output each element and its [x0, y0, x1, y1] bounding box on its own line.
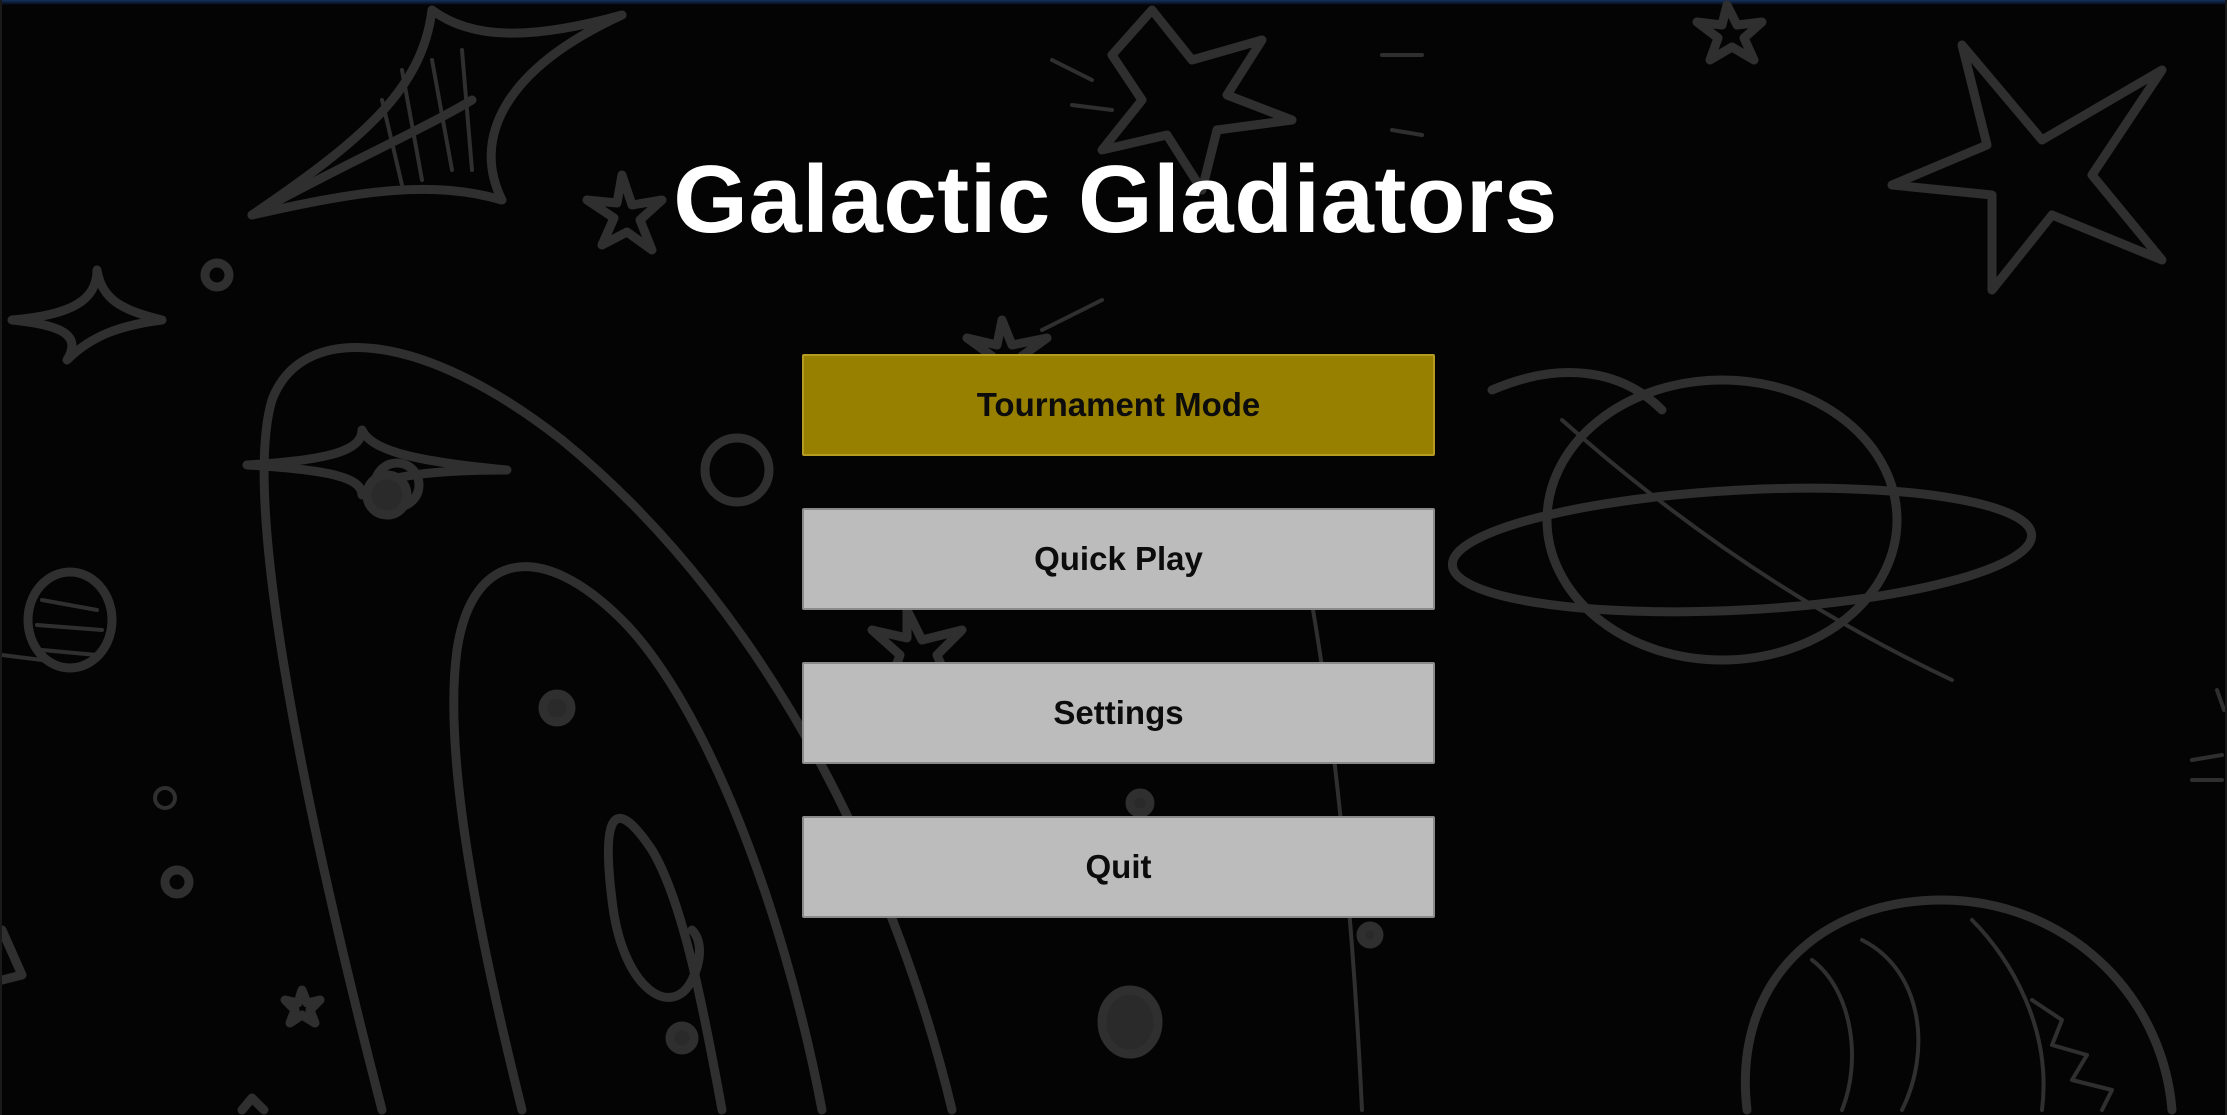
- game-title: Galactic Gladiators: [673, 146, 1558, 253]
- moon-doodle: [700, 433, 774, 507]
- main-menu-screen: Galactic Gladiators Tournament Mode Quic…: [0, 0, 2227, 1115]
- planet-doodle-bottom-right: [1741, 895, 2177, 1115]
- sparkle-doodle-small: [7, 265, 167, 365]
- quit-button[interactable]: Quit: [802, 816, 1435, 918]
- tournament-mode-button[interactable]: Tournament Mode: [802, 354, 1435, 456]
- main-menu: Tournament Mode Quick Play Settings Quit: [802, 354, 1435, 970]
- star-doodle-top-right: [1692, 0, 1767, 65]
- galaxy-arm-middle: [449, 562, 827, 1115]
- galaxy-arm-inner: [603, 813, 727, 1115]
- quick-play-button[interactable]: Quick Play: [802, 508, 1435, 610]
- planet-ring-doodle: [1447, 483, 2037, 617]
- settings-button[interactable]: Settings: [802, 662, 1435, 764]
- planet-doodle: [1542, 375, 1902, 665]
